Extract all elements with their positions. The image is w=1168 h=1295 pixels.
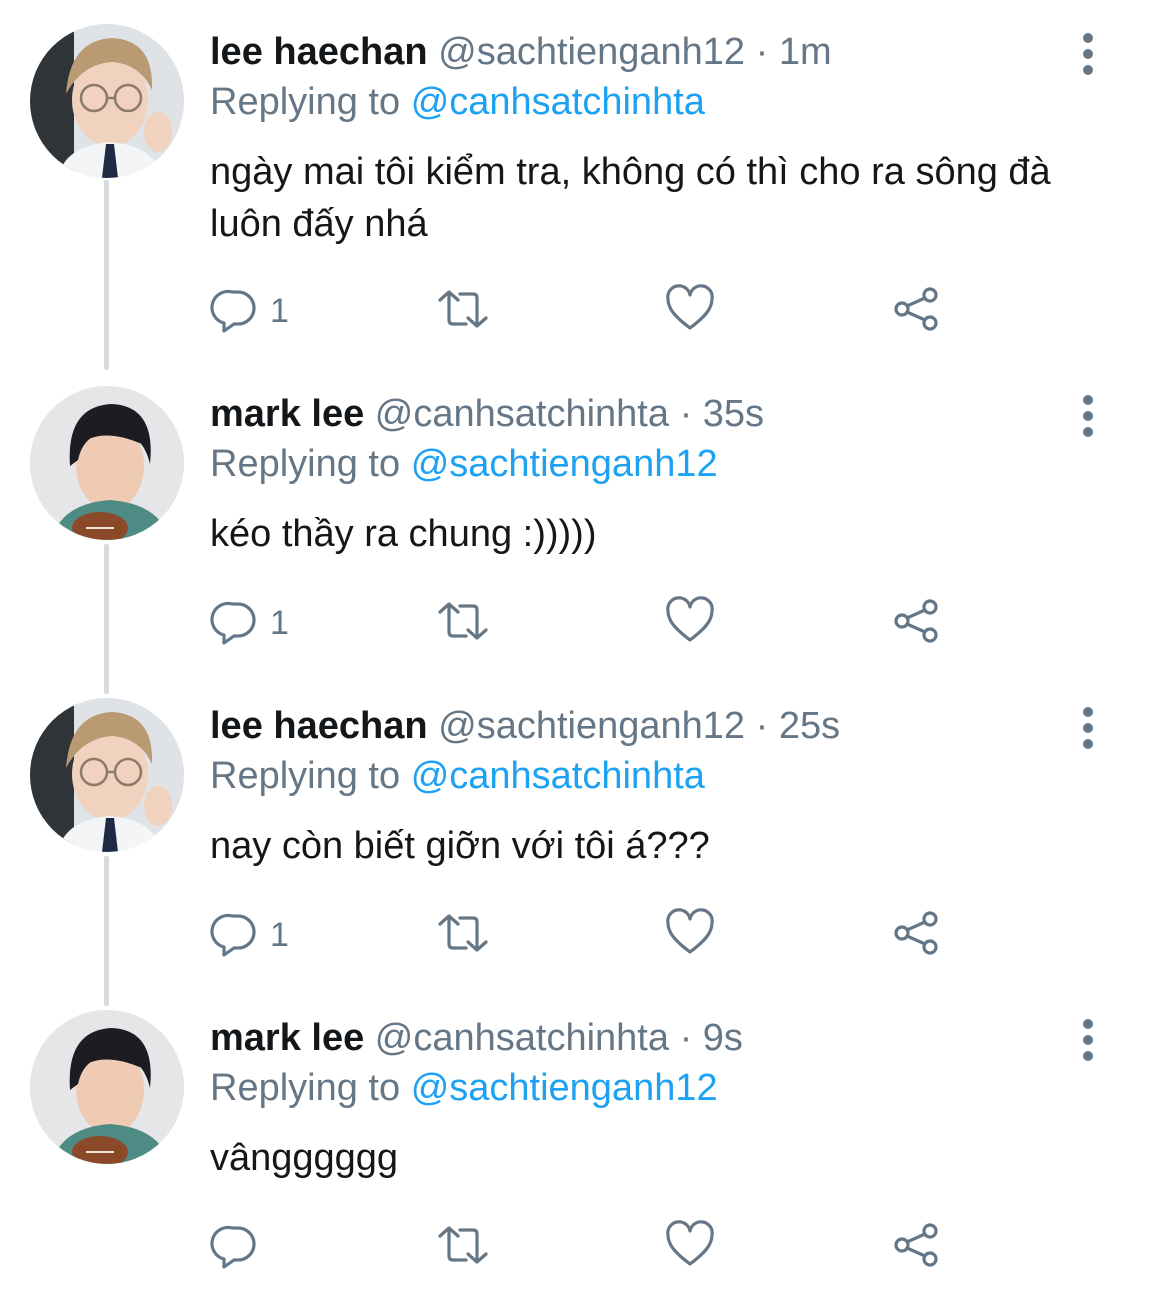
tweet-text: nay còn biết giỡn với tôi á???	[210, 825, 710, 867]
tweet-header: lee haechan @sachtienganh12 · 1m	[210, 24, 832, 80]
tweet-actions: 1	[210, 283, 970, 339]
reply-button[interactable]: 1	[210, 910, 289, 960]
user-handle[interactable]: @canhsatchinhta	[375, 393, 669, 435]
reply-icon	[210, 1220, 260, 1275]
retweet-button[interactable]	[436, 286, 490, 336]
separator-dot: ·	[755, 31, 769, 73]
retweet-icon	[436, 284, 490, 339]
retweet-icon	[436, 1220, 490, 1275]
like-button[interactable]	[664, 907, 716, 963]
display-name[interactable]: lee haechan	[210, 705, 428, 747]
separator-dot: ·	[679, 1017, 693, 1059]
reply-button[interactable]: 1	[210, 286, 289, 336]
tweet-header: lee haechan @sachtienganh12 · 25s	[210, 698, 840, 754]
more-options-icon[interactable]	[1074, 706, 1102, 750]
avatar-mark[interactable]	[30, 386, 184, 540]
timestamp[interactable]: 1m	[779, 31, 832, 73]
retweet-icon	[436, 596, 490, 651]
replying-to-mention[interactable]: @sachtienganh12	[411, 1067, 718, 1109]
tweet-header: mark lee @canhsatchinhta · 9s	[210, 1010, 743, 1066]
display-name[interactable]: mark lee	[210, 1017, 364, 1059]
tweet-text: kéo thầy ra chung :)))))	[210, 513, 597, 555]
retweet-icon	[436, 908, 490, 963]
avatar-haechan[interactable]	[30, 24, 184, 178]
tweet[interactable]: mark lee @canhsatchinhta · 35s Replying …	[0, 386, 1168, 656]
tweet-actions	[210, 1219, 970, 1275]
heart-icon	[664, 595, 716, 651]
heart-icon	[664, 1219, 716, 1275]
separator-dot: ·	[679, 393, 693, 435]
tweet[interactable]: lee haechan @sachtienganh12 · 25s Replyi…	[0, 698, 1168, 968]
retweet-button[interactable]	[436, 1222, 490, 1272]
retweet-button[interactable]	[436, 910, 490, 960]
replying-to-label: Replying to	[210, 443, 401, 485]
reply-icon	[210, 284, 260, 339]
replying-to-label: Replying to	[210, 81, 401, 123]
replying-to-mention[interactable]: @canhsatchinhta	[411, 755, 705, 797]
share-icon	[890, 908, 942, 963]
tweet-header: mark lee @canhsatchinhta · 35s	[210, 386, 764, 442]
heart-icon	[664, 907, 716, 963]
timestamp[interactable]: 25s	[779, 705, 840, 747]
replying-to-mention[interactable]: @canhsatchinhta	[411, 81, 705, 123]
tweet-actions: 1	[210, 595, 970, 651]
user-handle[interactable]: @sachtienganh12	[438, 705, 745, 747]
tweet-actions: 1	[210, 907, 970, 963]
like-button[interactable]	[664, 595, 716, 651]
tweet[interactable]: lee haechan @sachtienganh12 · 1m Replyin…	[0, 24, 1168, 344]
retweet-button[interactable]	[436, 598, 490, 648]
tweet[interactable]: mark lee @canhsatchinhta · 9s Replying t…	[0, 1010, 1168, 1280]
reply-icon	[210, 596, 260, 651]
replying-to-line: Replying to @sachtienganh12	[210, 438, 718, 490]
more-options-icon[interactable]	[1074, 394, 1102, 438]
timestamp[interactable]: 35s	[703, 393, 764, 435]
timestamp[interactable]: 9s	[703, 1017, 743, 1059]
display-name[interactable]: mark lee	[210, 393, 364, 435]
share-icon	[890, 596, 942, 651]
reply-count: 1	[270, 915, 289, 954]
avatar-mark[interactable]	[30, 1010, 184, 1164]
reply-thread: lee haechan @sachtienganh12 · 1m Replyin…	[0, 0, 1168, 1295]
share-button[interactable]	[890, 286, 942, 336]
share-button[interactable]	[890, 910, 942, 960]
reply-icon	[210, 908, 260, 963]
display-name[interactable]: lee haechan	[210, 31, 428, 73]
share-button[interactable]	[890, 598, 942, 648]
replying-to-label: Replying to	[210, 755, 401, 797]
more-options-icon[interactable]	[1074, 1018, 1102, 1062]
reply-count: 1	[270, 291, 289, 330]
heart-icon	[664, 283, 716, 339]
share-icon	[890, 284, 942, 339]
separator-dot: ·	[755, 705, 769, 747]
more-options-icon[interactable]	[1074, 32, 1102, 76]
share-icon	[890, 1220, 942, 1275]
share-button[interactable]	[890, 1222, 942, 1272]
like-button[interactable]	[664, 1219, 716, 1275]
user-handle[interactable]: @canhsatchinhta	[375, 1017, 669, 1059]
replying-to-line: Replying to @sachtienganh12	[210, 1062, 718, 1114]
replying-to-label: Replying to	[210, 1067, 401, 1109]
tweet-text: vângggggg	[210, 1137, 399, 1179]
reply-button[interactable]	[210, 1222, 260, 1272]
reply-count: 1	[270, 603, 289, 642]
avatar-haechan[interactable]	[30, 698, 184, 852]
user-handle[interactable]: @sachtienganh12	[438, 31, 745, 73]
like-button[interactable]	[664, 283, 716, 339]
reply-button[interactable]: 1	[210, 598, 289, 648]
tweet-text: ngày mai tôi kiểm tra, không có thì cho …	[210, 151, 1051, 245]
replying-to-mention[interactable]: @sachtienganh12	[411, 443, 718, 485]
replying-to-line: Replying to @canhsatchinhta	[210, 750, 705, 802]
replying-to-line: Replying to @canhsatchinhta	[210, 76, 705, 128]
